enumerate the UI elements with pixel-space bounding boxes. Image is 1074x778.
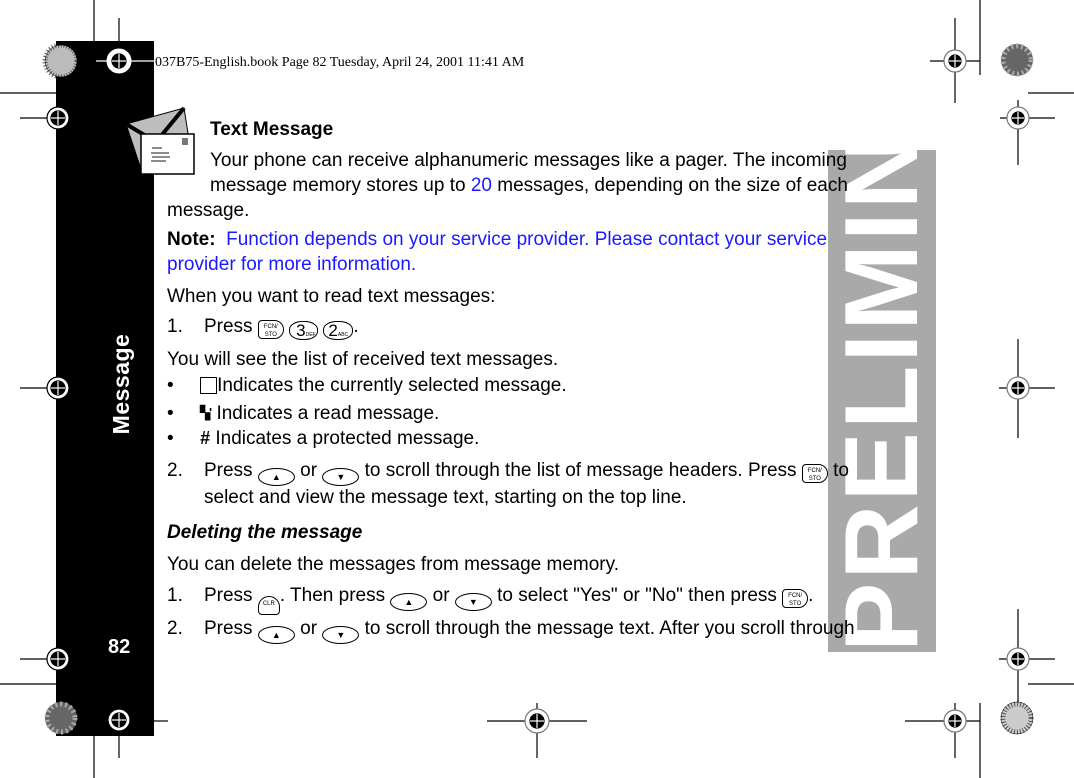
- key-2-abc-icon: 2ABC: [323, 321, 354, 340]
- up-key-icon: ▲: [257, 626, 295, 644]
- registration-target: [96, 18, 155, 92]
- registration-target: [20, 365, 75, 410]
- read-step-1: 1. Press FCN/STO 3DEF 2ABC.: [167, 314, 359, 340]
- intro-line-1: Your phone can receive alphanumeric mess…: [210, 150, 847, 171]
- message-capacity: 20: [470, 175, 492, 196]
- fcn-sto-key-icon: FCN/STO: [782, 589, 809, 608]
- step-number: 2.: [167, 460, 183, 481]
- delete-step-2: 2. Press ▲ or ▼ to scroll through the me…: [167, 616, 855, 644]
- read-step-2: 2. Press ▲ or ▼ to scroll through the li…: [167, 458, 849, 486]
- registration-target: [20, 640, 75, 680]
- registration-target: [999, 609, 1055, 708]
- clr-key-icon: CLR: [257, 596, 280, 615]
- up-key-icon: ▲: [390, 593, 428, 611]
- down-key-icon: ▼: [322, 626, 360, 644]
- protected-hash-icon: #: [200, 428, 211, 448]
- read-check-icon: ▚': [200, 405, 212, 420]
- note-label: Note:: [167, 229, 216, 250]
- note-text: Function depends on your service provide…: [226, 229, 828, 250]
- registration-target: [487, 703, 587, 758]
- bullet: •: [167, 403, 174, 424]
- down-key-icon: ▼: [454, 593, 492, 611]
- step-text: to scroll through the message text. Afte…: [364, 618, 855, 639]
- section-title: Text Message: [210, 119, 334, 140]
- step-text: Press: [203, 316, 253, 337]
- step-text: Press: [203, 460, 253, 481]
- step-text: to select "Yes" or "No" then press: [497, 585, 777, 606]
- bullet-text: Indicates the currently selected message…: [217, 375, 567, 396]
- intro-text: message memory stores up to: [210, 175, 471, 196]
- delete-step-1: 1. Press CLR. Then press ▲ or ▼ to selec…: [167, 583, 813, 615]
- registration-target: [905, 703, 980, 758]
- fcn-sto-key-icon: FCN/STO: [801, 464, 828, 483]
- bullet: •: [167, 428, 174, 449]
- bullet: •: [167, 375, 174, 396]
- deleting-intro: You can delete the messages from message…: [167, 554, 620, 575]
- punctuation: .: [808, 585, 814, 606]
- bullet-item: • # Indicates a protected message.: [167, 426, 479, 451]
- key-3-def-icon: 3DEF: [289, 321, 319, 340]
- read-intro: When you want to read text messages:: [167, 286, 496, 307]
- step-text: or: [300, 618, 318, 639]
- envelope-icon: [124, 106, 195, 175]
- selected-box-icon: [200, 377, 218, 394]
- fcn-sto-key-icon: FCN/STO: [257, 320, 284, 339]
- up-key-icon: ▲: [257, 468, 295, 486]
- registration-target: [107, 680, 131, 758]
- list-intro: You will see the list of received text m…: [167, 349, 559, 370]
- step-text: . Then press: [279, 585, 386, 606]
- step-number: 1.: [167, 585, 183, 606]
- registration-target: [999, 339, 1055, 438]
- punctuation: .: [353, 316, 359, 337]
- read-step-2-cont: select and view the message text, starti…: [204, 487, 687, 508]
- step-text: or: [300, 460, 318, 481]
- registration-target: [20, 100, 75, 140]
- note-line-2: provider for more information.: [167, 254, 417, 275]
- deleting-title: Deleting the message: [167, 522, 363, 543]
- step-text: or: [432, 585, 450, 606]
- registration-target: [1000, 100, 1055, 165]
- bullet-text: Indicates a read message.: [216, 403, 440, 424]
- bullet-item: • ▚' Indicates a read message.: [167, 400, 439, 426]
- step-text: to: [833, 460, 849, 481]
- bullet-text: Indicates a protected message.: [215, 428, 480, 449]
- step-number: 1.: [167, 316, 183, 337]
- intro-text: messages, depending on the size of each: [491, 175, 848, 196]
- down-key-icon: ▼: [322, 468, 360, 486]
- step-text: to scroll through the list of message he…: [364, 460, 797, 481]
- intro-line-3: message.: [167, 200, 250, 221]
- note-line-1: Note: Function depends on your service p…: [167, 227, 827, 252]
- registration-target: [930, 18, 980, 103]
- bullet-item: • Indicates the currently selected messa…: [167, 373, 567, 398]
- step-text: Press: [203, 585, 253, 606]
- intro-line-2: message memory stores up to 20 messages,…: [210, 173, 848, 198]
- step-number: 2.: [167, 618, 183, 639]
- step-text: Press: [203, 618, 253, 639]
